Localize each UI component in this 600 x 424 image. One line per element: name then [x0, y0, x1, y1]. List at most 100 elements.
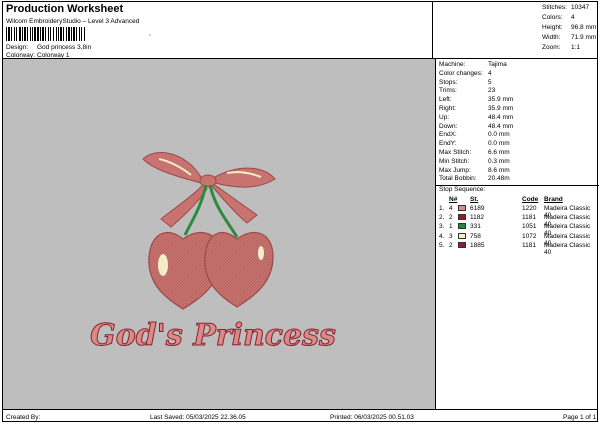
- machine-info-label: Down:: [439, 122, 458, 130]
- column-header-num: N#: [449, 196, 458, 203]
- stop-code: 331: [470, 223, 481, 231]
- stop-stitches: 1181: [522, 241, 536, 249]
- column-header-brand: Brand: [544, 196, 563, 203]
- machine-info-label: Total Bobbin:: [439, 175, 477, 183]
- stop-stitches: 1072: [522, 232, 537, 240]
- worksheet: Production Worksheet Wilcom EmbroiderySt…: [2, 1, 599, 422]
- stat-row: Colors: 4: [542, 14, 575, 21]
- machine-info-value: 48.4 mm: [488, 113, 514, 121]
- machine-info-value: 8.6 mm: [488, 166, 510, 174]
- machine-info-label: Stops:: [439, 78, 458, 86]
- machine-info-label: Machine:: [439, 61, 466, 68]
- machine-info-value: 20.48m: [488, 175, 510, 183]
- machine-info-label: Max Stitch:: [439, 149, 472, 156]
- design-label: Design:: [6, 44, 29, 51]
- stop-index: 5.: [439, 241, 445, 249]
- stop-code: 758: [470, 232, 481, 240]
- machine-info-value: 4: [488, 69, 492, 77]
- stats-panel: Stitches: 10347 Colors: 4 Height: 96.8 mm W…: [432, 2, 598, 59]
- stop-row: 1. 4 6189 1220 Madeira Classic 40: [436, 205, 599, 219]
- design-row: Design: God princess 3,8in: [6, 44, 91, 51]
- cherry-right-highlight: [258, 246, 264, 260]
- colorway-row: Colorway: Colorway 1: [6, 52, 70, 59]
- stop-code: 1182: [470, 214, 484, 222]
- stop-stitches: 1220: [522, 205, 537, 212]
- machine-info-value: 6.6 mm: [488, 149, 510, 156]
- bow-right-loop: [214, 167, 276, 188]
- embroidery-artwork: God's Princess: [90, 152, 337, 354]
- stat-label: Zoom:: [542, 44, 561, 51]
- machine-panel: Machine: Tajima Color changes: 4 Stops: 5 Trim…: [435, 59, 599, 409]
- machine-info-value: 35.9 mm: [488, 96, 514, 104]
- machine-info-row: Trims: 23: [439, 87, 495, 94]
- thread-color-swatch: [458, 214, 466, 221]
- machine-info-label: Max Jump:: [439, 166, 471, 174]
- created-by: Created By:: [6, 414, 41, 421]
- stop-needle: 2: [449, 241, 453, 249]
- machine-info-value: Tajima: [488, 61, 507, 68]
- machine-info-row: EndX: 0.0 mm: [439, 131, 510, 138]
- machine-info-value: 5: [488, 78, 492, 86]
- thread-color-swatch: [458, 223, 466, 230]
- machine-info-row: EndY: 0.0 mm: [439, 140, 510, 147]
- machine-info-label: Up:: [439, 113, 450, 121]
- stat-row: Zoom: 1:1: [542, 44, 580, 51]
- machine-info-row: Max Jump: 8.6 mm: [439, 167, 510, 174]
- header-panel: Production Worksheet Wilcom EmbroiderySt…: [3, 2, 432, 59]
- machine-info-label: Trims:: [439, 87, 457, 95]
- bow-left-loop: [142, 152, 202, 184]
- machine-info-value: 35.9 mm: [488, 105, 514, 112]
- stop-needle: 1: [449, 223, 453, 231]
- machine-info-value: 0.3 mm: [488, 157, 510, 165]
- stop-index: 2.: [439, 214, 445, 222]
- stop-row: 5. 2 1885 1181 Madeira Classic 40: [436, 241, 599, 256]
- stop-brand: Madeira Classic 40: [544, 241, 591, 256]
- stat-label: Height:: [542, 24, 563, 31]
- stop-code: 6189: [470, 205, 485, 212]
- machine-info-row: Right: 35.9 mm: [439, 105, 513, 112]
- stat-value: 1:1: [571, 44, 581, 51]
- colorway-label: Colorway:: [6, 52, 35, 59]
- colorway-value: Colorway 1: [37, 52, 70, 59]
- barcode-suffix: ,: [149, 30, 151, 37]
- stop-needle: 4: [449, 205, 453, 212]
- cherry-right: [204, 231, 274, 308]
- stop-row: 3. 1 331 1051 Madeira Classic 40: [436, 223, 599, 237]
- thread-color-swatch: [458, 232, 466, 239]
- machine-info-row: Max Stitch: 6.6 mm: [439, 149, 510, 156]
- column-header-st: St.: [470, 196, 479, 203]
- design-script-text: God's Princess: [90, 318, 336, 353]
- stat-row: Stitches: 10347: [542, 4, 589, 11]
- thread-color-swatch: [458, 205, 466, 211]
- stat-label: Width:: [542, 34, 561, 41]
- machine-info-row: Left: 35.9 mm: [439, 96, 513, 103]
- barcode: [6, 27, 146, 41]
- stat-row: Height: 96.8 mm: [542, 24, 596, 31]
- stat-label: Stitches:: [542, 4, 567, 11]
- machine-info-label: EndY:: [439, 140, 457, 148]
- stat-value: 4: [571, 14, 575, 21]
- machine-info-row: Stops: 5: [439, 79, 492, 86]
- machine-info-value: 48.4 mm: [488, 122, 514, 130]
- cherry-left-highlight: [158, 254, 168, 276]
- machine-info-value: 0.0 mm: [488, 140, 510, 148]
- column-header-code: Code: [522, 196, 539, 203]
- stop-code: 1885: [470, 241, 485, 249]
- bow-knot: [199, 174, 217, 188]
- footer: Created By: Last Saved: 05/03/2025 22.36…: [3, 409, 598, 422]
- stat-label: Colors:: [542, 14, 563, 21]
- machine-info-row: Color changes: 4: [439, 70, 492, 77]
- stop-row: 2. 2 1182 1181 Madeira Classic 40: [436, 214, 599, 228]
- stop-needle: 2: [449, 214, 453, 222]
- machine-info-label: EndX:: [439, 131, 457, 139]
- stop-stitches: 1051: [522, 223, 537, 231]
- printed-date: Printed: 06/03/2025 00.51.03: [330, 414, 414, 421]
- machine-info-value: 0.0 mm: [488, 131, 510, 139]
- machine-info-row: Min Stitch: 0.3 mm: [439, 158, 510, 165]
- machine-info-label: Min Stitch:: [439, 157, 470, 165]
- stat-value: 96.8 mm: [571, 24, 597, 31]
- machine-info-row: Total Bobbin: 20.48m: [439, 175, 510, 182]
- stat-value: 10347: [571, 4, 590, 11]
- stop-index: 4.: [439, 232, 445, 240]
- page-number: Page 1 of 1: [563, 414, 597, 421]
